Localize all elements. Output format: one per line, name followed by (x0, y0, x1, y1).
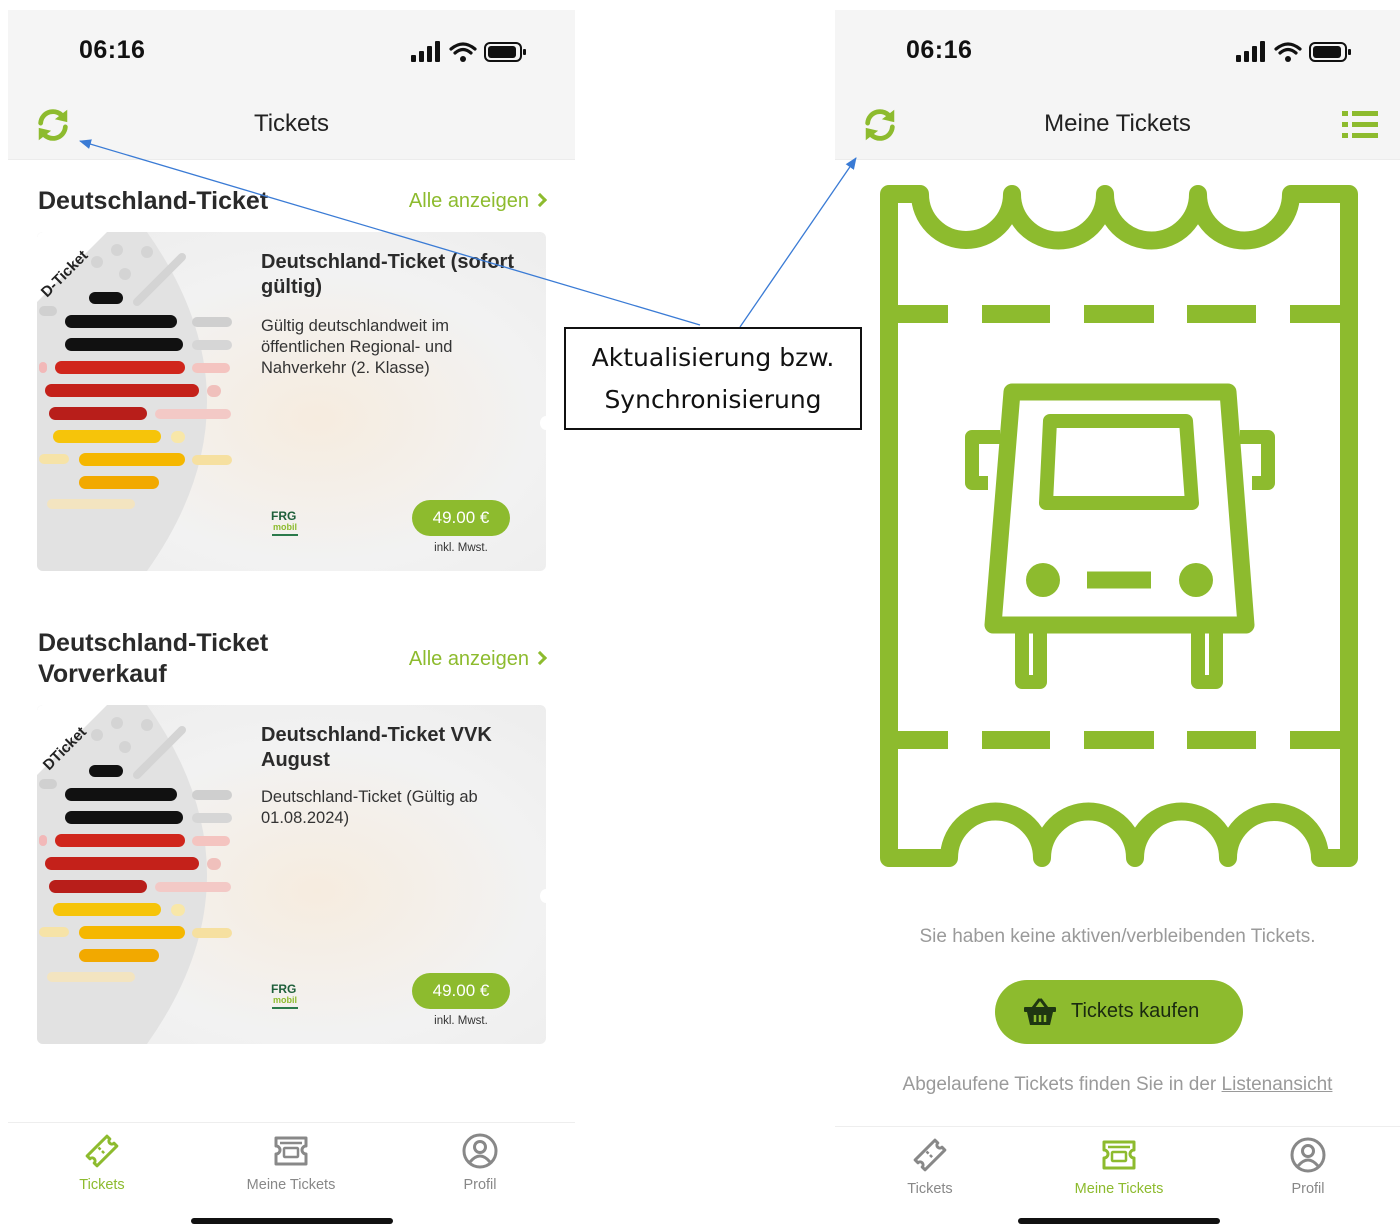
svg-text:mobil: mobil (273, 522, 297, 532)
tab-label: Meine Tickets (1074, 1181, 1164, 1197)
empty-state-message: Sie haben keine aktiven/verbleibenden Ti… (919, 926, 1316, 947)
price-badge[interactable]: 49.00 € (412, 500, 510, 536)
section-title-deutschland-ticket: Deutschland-Ticket (38, 187, 269, 215)
tab-label: Tickets (79, 1177, 125, 1193)
status-icons (411, 41, 526, 62)
expired-hint-text: Abgelaufene Tickets finden Sie in der (902, 1074, 1217, 1095)
see-all-label: Alle anzeigen (408, 648, 529, 670)
see-all-link[interactable]: Alle anzeigen (408, 648, 548, 671)
wifi-icon (449, 42, 477, 55)
tab-tickets[interactable]: Tickets (860, 1127, 1000, 1219)
tab-label: Profil (463, 1177, 497, 1193)
expired-tickets-hint: Abgelaufene Tickets finden Sie in der Li… (835, 1074, 1400, 1096)
annotation-callout: Aktualisierung bzw. Synchronisierung (564, 327, 862, 430)
chevron-right-icon (532, 650, 548, 666)
deutschland-stripes-art: DTicket (37, 705, 232, 1044)
status-bar: 06:16 (8, 10, 575, 88)
profile-icon (1290, 1137, 1326, 1173)
header-bar: Tickets (8, 88, 575, 160)
svg-text:FRG: FRG (271, 982, 296, 996)
signal-icon (411, 41, 440, 62)
tab-bar: Tickets Meine Tickets Profil (835, 1126, 1400, 1218)
home-indicator (1018, 1218, 1220, 1224)
tab-label: Profil (1291, 1181, 1325, 1197)
page-title: Meine Tickets (1044, 110, 1191, 137)
price-note: inkl. Mwst. (434, 542, 488, 554)
ticket-title: Deutschland-Ticket (sofort gültig) (261, 251, 514, 298)
basket-icon (1024, 998, 1056, 1025)
callout-line-1: Aktualisierung bzw. (591, 343, 835, 372)
see-all-label: Alle anzeigen (408, 190, 529, 212)
my-tickets-icon (274, 1136, 308, 1166)
deutschland-stripes-art: D-Ticket (37, 232, 232, 571)
svg-text:FRG: FRG (271, 509, 296, 523)
header-bar: Meine Tickets (835, 88, 1400, 160)
buy-tickets-button[interactable]: Tickets kaufen (995, 980, 1243, 1044)
ticket-icon (913, 1138, 947, 1172)
list-view-link[interactable]: Listenansicht (1222, 1074, 1333, 1095)
svg-text:mobil: mobil (273, 995, 297, 1005)
tab-bar: Tickets Meine Tickets Profil (8, 1122, 575, 1214)
chevron-right-icon (532, 192, 548, 208)
tab-label: Tickets (907, 1181, 953, 1197)
card-notch (540, 416, 546, 430)
tab-profile[interactable]: Profil (410, 1123, 550, 1215)
card-notch (540, 889, 546, 903)
page-title: Tickets (253, 110, 330, 137)
list-view-icon[interactable] (1342, 108, 1378, 142)
battery-icon (484, 42, 526, 62)
tab-my-tickets[interactable]: Meine Tickets (1049, 1127, 1189, 1219)
tab-label: Meine Tickets (246, 1177, 336, 1193)
status-icons (1236, 41, 1351, 62)
status-bar: 06:16 (835, 10, 1400, 88)
status-time: 06:16 (906, 36, 973, 64)
price-badge[interactable]: 49.00 € (412, 973, 510, 1009)
section-title-vorverkauf: Deutschland-Ticket Vorverkauf (38, 629, 269, 688)
price-note: inkl. Mwst. (434, 1015, 488, 1027)
callout-line-2: Synchronisierung (604, 385, 822, 414)
ticket-card-deutschland-ticket[interactable]: D-Ticket Deutschland-Ticket (sofort gült… (37, 232, 546, 571)
buy-tickets-label: Tickets kaufen (1071, 1000, 1200, 1022)
home-indicator (191, 1218, 393, 1224)
frg-mobil-logo: FRG mobil (271, 509, 298, 536)
ticket-description: Deutschland-Ticket (Gültig ab 01.08.2024… (261, 788, 478, 827)
status-time: 06:16 (79, 36, 146, 64)
tab-profile[interactable]: Profil (1238, 1127, 1378, 1219)
battery-icon (1309, 42, 1351, 62)
see-all-link[interactable]: Alle anzeigen (408, 190, 548, 213)
tickets-screen: 06:16 Tickets Deutschland-Ticket Alle an… (8, 10, 575, 1224)
empty-ticket-bus-illustration (880, 185, 1358, 867)
wifi-icon (1274, 42, 1302, 55)
my-tickets-screen: 06:16 Meine Tickets Sie haben keine akti… (835, 10, 1400, 1224)
tab-tickets[interactable]: Tickets (32, 1123, 172, 1215)
ticket-description: Gültig deutschlandweit im öffentlichen R… (261, 317, 453, 377)
tab-my-tickets[interactable]: Meine Tickets (221, 1123, 361, 1215)
signal-icon (1236, 41, 1265, 62)
frg-mobil-logo: FRG mobil (271, 982, 298, 1009)
ticket-title: Deutschland-Ticket VVK August (261, 724, 492, 771)
ticket-card-vvk-august[interactable]: DTicket Deutschland-Ticket VVK August De… (37, 705, 546, 1044)
ticket-icon (85, 1134, 119, 1168)
profile-icon (462, 1133, 498, 1169)
my-tickets-icon (1102, 1140, 1136, 1170)
